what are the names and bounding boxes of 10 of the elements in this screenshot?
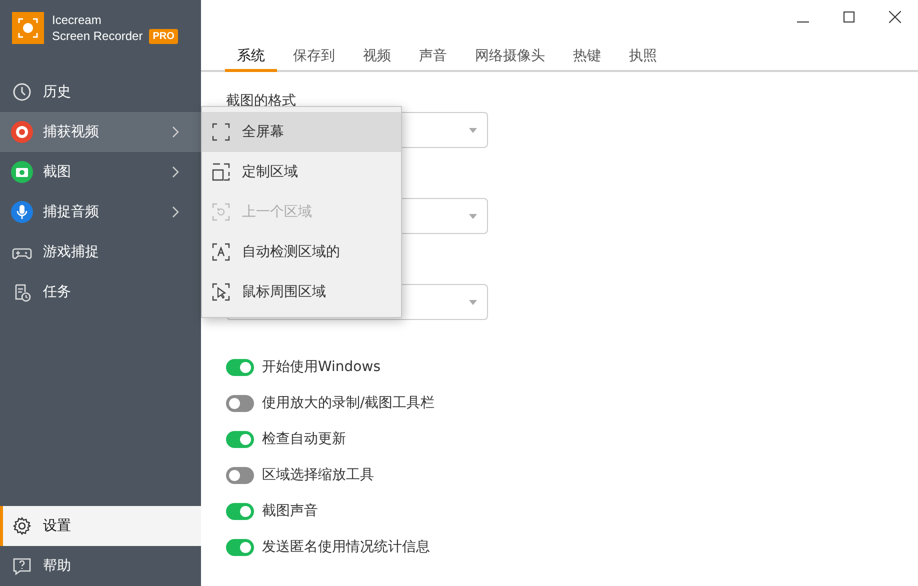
toggle-label: 检查自动更新 bbox=[262, 430, 346, 448]
toggle-label: 使用放大的录制/截图工具栏 bbox=[262, 394, 435, 412]
toggle-label: 区域选择缩放工具 bbox=[262, 466, 374, 484]
toggle-label: 发送匿名使用情况统计信息 bbox=[262, 538, 430, 556]
app-name: Icecream bbox=[52, 12, 102, 28]
app-subtitle: Screen Recorder bbox=[52, 28, 143, 44]
toggle-label: 开始使用Windows bbox=[262, 358, 380, 376]
toggle-label: 截图声音 bbox=[262, 502, 318, 520]
pro-badge: PRO bbox=[148, 28, 178, 44]
field-label: 截图的格式 bbox=[226, 92, 297, 111]
